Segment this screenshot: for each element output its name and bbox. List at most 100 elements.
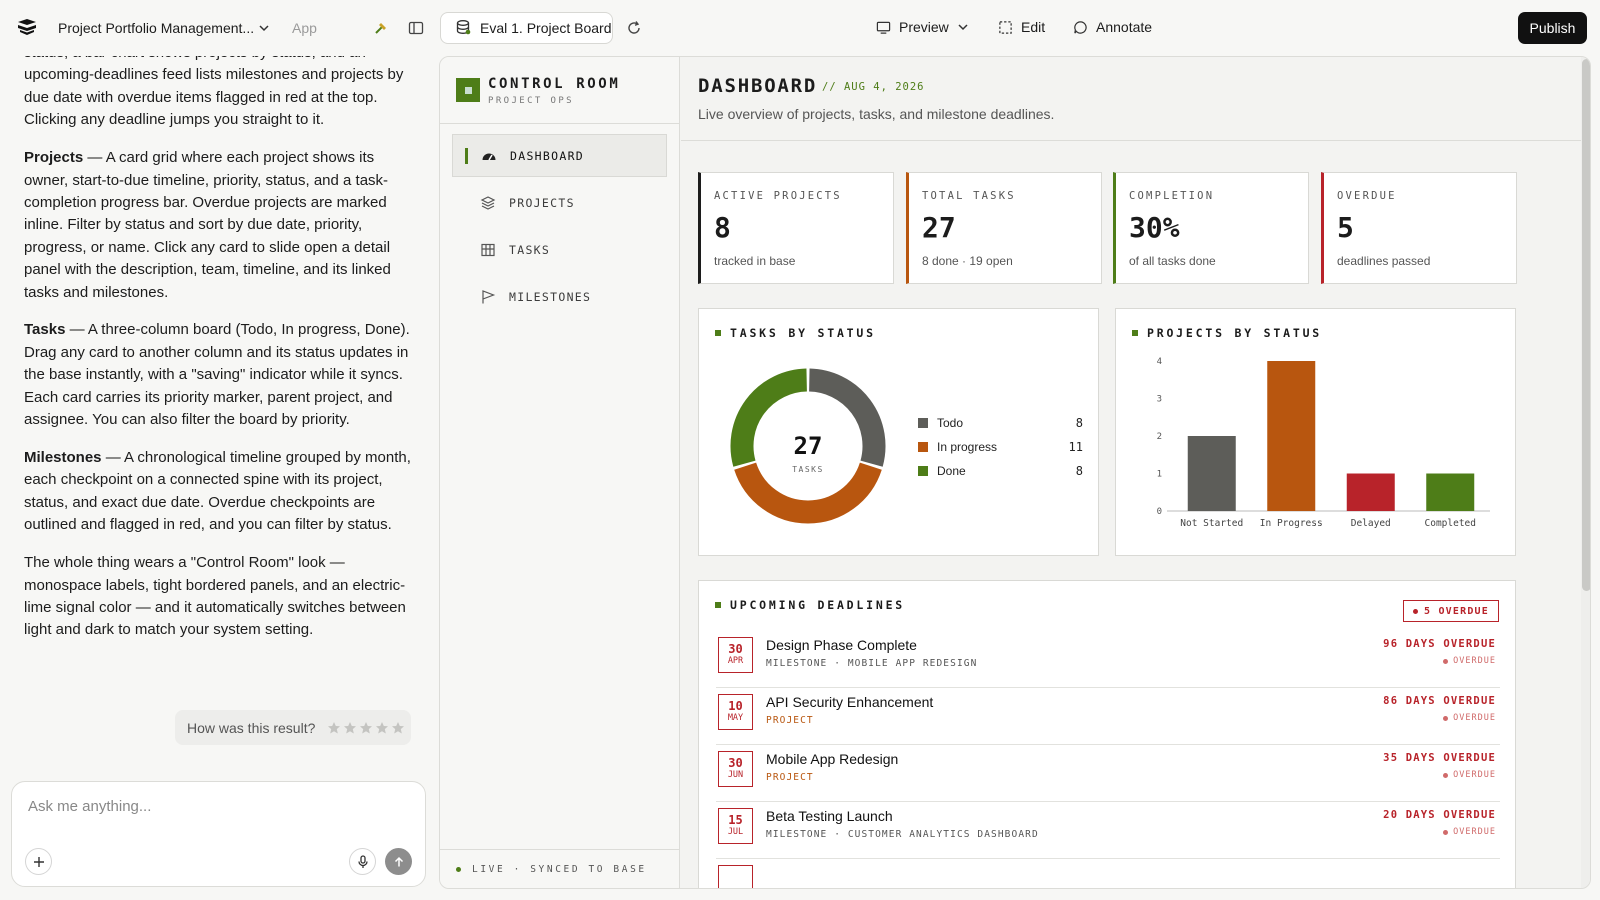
panel-title: TASKS BY STATUS <box>715 326 876 340</box>
publish-button[interactable]: Publish <box>1518 12 1587 44</box>
microphone-icon <box>357 854 368 868</box>
deadline-list: 30 APR Design Phase Complete MILESTONE ·… <box>716 631 1500 888</box>
brand-logo-icon <box>456 78 480 102</box>
bar-delayed <box>1346 473 1395 511</box>
sidebar-toggle-icon[interactable] <box>408 20 424 41</box>
eval-tab-label: Eval 1. Project Board <box>480 20 612 36</box>
stat-value: 8 <box>714 211 731 244</box>
rating-widget: How was this result? <box>175 710 411 745</box>
monitor-icon <box>876 21 891 34</box>
nav-item-tasks[interactable]: TASKS <box>452 228 667 271</box>
panel-title: UPCOMING DEADLINES <box>715 598 905 612</box>
nav-item-milestones[interactable]: MILESTONES <box>452 275 667 318</box>
preview-button[interactable]: Preview <box>876 19 969 35</box>
days-overdue: 86 DAYS OVERDUE <box>1383 695 1496 707</box>
database-icon <box>455 19 471 38</box>
star-icon[interactable] <box>391 721 405 735</box>
y-tick-label: 4 <box>1157 357 1162 367</box>
dashboard-main: DASHBOARD // AUG 4, 2026 Live overview o… <box>681 57 1590 888</box>
date-month: MAY <box>727 713 744 723</box>
page-date: // AUG 4, 2026 <box>822 81 925 93</box>
nav-item-projects[interactable]: PROJECTS <box>452 181 667 224</box>
overdue-status: OVERDUE <box>1443 827 1496 837</box>
bar-in-progress <box>1267 361 1316 511</box>
microphone-button[interactable] <box>349 848 376 875</box>
stat-sub: tracked in base <box>714 254 796 268</box>
hammer-icon[interactable] <box>373 20 389 41</box>
deadline-meta: PROJECT <box>766 715 814 726</box>
legend-count: 8 <box>1075 416 1083 430</box>
stat-card-total-tasks: TOTAL TASKS 27 8 done · 19 open <box>906 172 1102 284</box>
x-tick-label: Completed <box>1425 518 1476 529</box>
nav-item-label: DASHBOARD <box>510 148 585 163</box>
deadline-meta: MILESTONE · MOBILE APP REDESIGN <box>766 658 978 669</box>
gauge-icon <box>482 153 496 160</box>
legend-label: Done <box>937 464 966 478</box>
board-icon <box>481 243 495 256</box>
projects-by-status-panel: PROJECTS BY STATUS 0 1 2 3 4 Not Started In Pr… <box>1115 308 1516 556</box>
donut-center-value: 27 <box>794 432 823 460</box>
deadline-row[interactable]: 30 APR Design Phase Complete MILESTONE ·… <box>716 631 1500 688</box>
deadline-meta: PROJECT <box>766 772 814 783</box>
eval-tab[interactable]: Eval 1. Project Board <box>440 12 613 44</box>
deadline-row-partial[interactable] <box>716 859 1500 888</box>
stat-sub: 8 done · 19 open <box>922 254 1013 268</box>
projects-bar-chart: 0 1 2 3 4 Not Started In Progress Delayed Comple… <box>1157 357 1490 529</box>
stat-sub: of all tasks done <box>1129 254 1216 268</box>
project-title[interactable]: Project Portfolio Management... <box>58 20 254 36</box>
deadline-name: Mobile App Redesign <box>766 751 899 767</box>
legend-item: Todo 8 <box>918 416 1083 430</box>
star-icon[interactable] <box>359 721 373 735</box>
chat-intro: status, a bar chart shows projects by st… <box>24 56 404 129</box>
deadline-meta: MILESTONE · CUSTOMER ANALYTICS DASHBOARD <box>766 829 1039 840</box>
date-badge <box>718 865 753 888</box>
attach-button[interactable] <box>25 848 52 875</box>
star-icon[interactable] <box>327 721 341 735</box>
deadline-row[interactable]: 30 JUN Mobile App Redesign PROJECT 35 DA… <box>716 745 1500 802</box>
app-sidebar: CONTROL ROOM PROJECT OPS DASHBOARD PROJE… <box>440 57 680 888</box>
date-badge: 30 APR <box>718 637 753 673</box>
panel-title: PROJECTS BY STATUS <box>1132 326 1322 340</box>
bar-completed <box>1426 473 1475 511</box>
date-day: 15 <box>728 813 743 827</box>
stat-label: TOTAL TASKS <box>922 190 1016 202</box>
chat-outro: The whole thing wears a "Control Room" l… <box>24 554 406 639</box>
stat-value: 27 <box>922 211 956 244</box>
deadline-name: Design Phase Complete <box>766 637 917 653</box>
deadline-row[interactable]: 10 MAY API Security Enhancement PROJECT … <box>716 688 1500 745</box>
send-button[interactable] <box>385 848 412 875</box>
edit-button[interactable]: Edit <box>998 19 1045 35</box>
deadline-row[interactable]: 15 JUL Beta Testing Launch MILESTONE · C… <box>716 802 1500 859</box>
rating-prompt: How was this result? <box>187 719 316 736</box>
chevron-down-icon[interactable] <box>258 21 270 39</box>
y-tick-label: 2 <box>1157 432 1162 442</box>
star-icon[interactable] <box>343 721 357 735</box>
chat-input[interactable] <box>28 794 408 818</box>
app-logo-icon[interactable] <box>17 18 37 41</box>
nav-item-label: PROJECTS <box>509 195 575 210</box>
date-badge: 30 JUN <box>718 751 753 787</box>
stat-label: OVERDUE <box>1337 190 1397 202</box>
x-tick-label: Not Started <box>1180 518 1243 529</box>
preview-label: Preview <box>899 19 949 35</box>
nav-item-dashboard[interactable]: DASHBOARD <box>452 134 667 177</box>
date-badge: 15 JUL <box>718 808 753 844</box>
chat-input-box <box>11 781 426 887</box>
chevron-down-icon <box>958 24 968 31</box>
deadline-name: API Security Enhancement <box>766 694 934 710</box>
tasks-by-status-panel: TASKS BY STATUS 27 TASKS Todo 8 In progress… <box>698 308 1099 556</box>
y-tick-label: 0 <box>1157 507 1162 517</box>
legend-count: 11 <box>1068 440 1083 454</box>
app-label[interactable]: App <box>292 20 317 36</box>
scrollbar[interactable] <box>1581 57 1590 888</box>
annotate-button[interactable]: Annotate <box>1073 19 1152 35</box>
stat-sub: deadlines passed <box>1337 254 1431 268</box>
rating-stars <box>327 721 405 735</box>
legend-label: Todo <box>937 416 964 430</box>
upcoming-deadlines-panel: UPCOMING DEADLINES 5 OVERDUE 30 APR Desi… <box>698 580 1516 888</box>
scrollbar-thumb[interactable] <box>1582 59 1590 591</box>
flag-icon <box>482 289 496 303</box>
deadline-name: Beta Testing Launch <box>766 808 893 824</box>
refresh-icon[interactable] <box>626 20 642 41</box>
star-icon[interactable] <box>375 721 389 735</box>
